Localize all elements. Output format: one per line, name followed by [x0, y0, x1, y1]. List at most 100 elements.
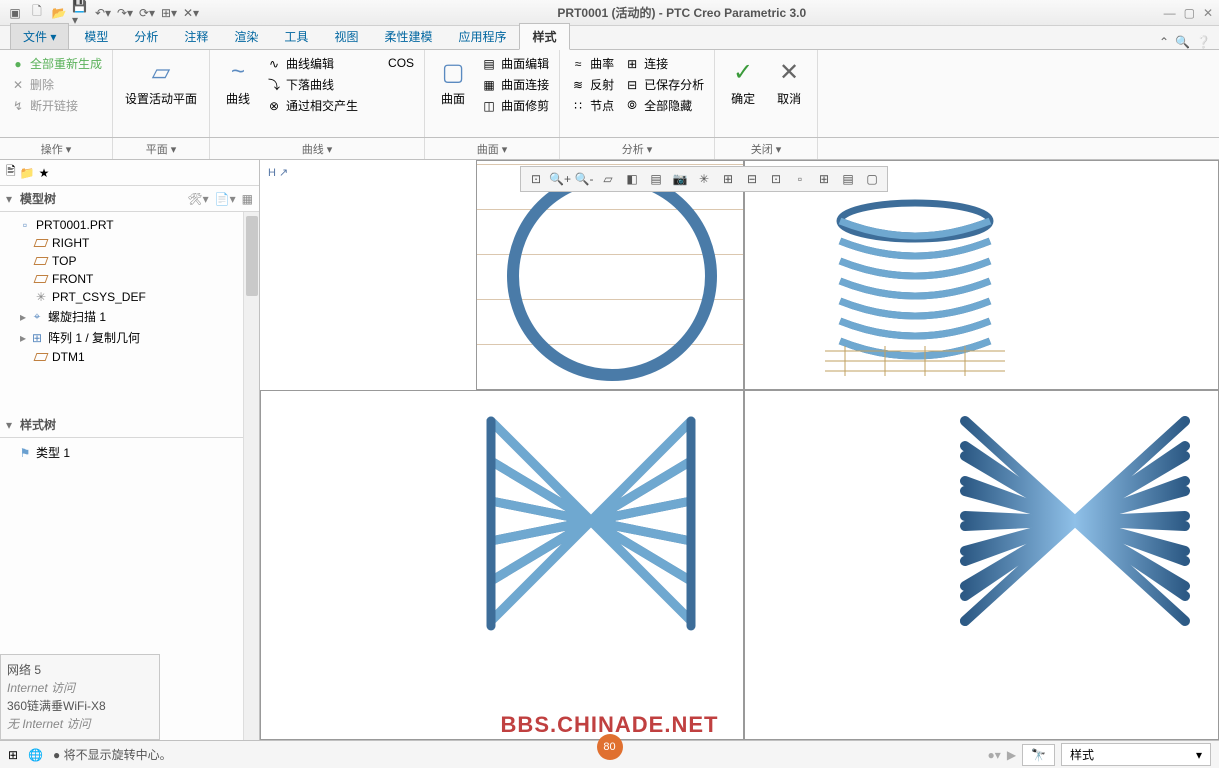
vtb-annot-icon[interactable]: ⊞ — [813, 168, 835, 190]
ribbon-tab-2[interactable]: 分析 — [121, 23, 171, 49]
status-play-icon[interactable]: ●▾ — [988, 748, 1001, 762]
ribbon-group: ≈曲率 ≋反射 ∷节点 ⊞连接 ⊟已保存分析 ⦾全部隐藏 — [560, 50, 715, 137]
ribbon-tab-9[interactable]: 样式 — [519, 23, 569, 50]
tree-row[interactable]: DTM1 — [0, 348, 259, 366]
tree-row[interactable]: RIGHT — [0, 234, 259, 252]
qat-new-icon[interactable]: 🗋 — [28, 4, 46, 22]
ribbon-small-button[interactable]: ≋反射 — [568, 75, 616, 94]
vtb-zoomin-icon[interactable]: 🔍+ — [549, 168, 571, 190]
vtb-plane-icon[interactable]: ▫ — [789, 168, 811, 190]
ribbon-small-button[interactable]: ▤曲面编辑 — [479, 54, 551, 73]
qat-undo-icon[interactable]: ↶▾ — [94, 4, 112, 22]
status-find-icon[interactable]: 🔭 — [1022, 744, 1055, 766]
vtb-shade-icon[interactable]: ◧ — [621, 168, 643, 190]
ribbon-small-button[interactable]: ⊗通过相交产生 — [264, 96, 360, 115]
tree-row[interactable]: ▸⌖螺旋扫描 1 — [0, 306, 259, 327]
ribbon-small-button[interactable]: ⊞连接 — [622, 54, 706, 73]
qat-open-icon[interactable]: 📂 — [50, 4, 68, 22]
ribbon-tab-5[interactable]: 工具 — [271, 23, 321, 49]
ribbon-small-button[interactable]: ∿曲线编辑 — [264, 54, 360, 73]
tree-row[interactable]: ✳PRT_CSYS_DEF — [0, 288, 259, 306]
qat-redo-icon[interactable]: ↷▾ — [116, 4, 134, 22]
vtb-saved-icon[interactable]: 📷 — [669, 168, 691, 190]
minimize-icon[interactable]: — — [1164, 6, 1176, 20]
ribbon-small-button[interactable]: ∷节点 — [568, 96, 616, 115]
ribbon-group-label[interactable]: 操作 ▾ — [0, 138, 113, 159]
ribbon-tab-4[interactable]: 渲染 — [221, 23, 271, 49]
tree-row[interactable]: TOP — [0, 252, 259, 270]
ribbon-big-button[interactable]: ~曲线 — [218, 54, 258, 109]
qat-close-icon[interactable]: ✕▾ — [182, 4, 200, 22]
ribbon-tab-7[interactable]: 柔性建模 — [371, 23, 445, 49]
vtb-display-icon[interactable]: ▤ — [645, 168, 667, 190]
ribbon-tab-0[interactable]: 文件 ▾ — [10, 23, 69, 49]
ribbon-tab-3[interactable]: 注释 — [171, 23, 221, 49]
ribbon-group-label[interactable]: 曲线 ▾ — [210, 138, 425, 159]
tree-row[interactable]: ⚑类型 1 — [0, 442, 259, 463]
ribbon-collapse-icon[interactable]: ⌃ — [1159, 35, 1169, 49]
status-play2-icon[interactable]: ▶ — [1007, 748, 1016, 762]
tree-tool-settings-icon[interactable]: 🛠▾ — [187, 192, 208, 206]
ribbon-small-button[interactable]: ↯断开链接 — [8, 96, 104, 115]
collapse-icon[interactable]: ▾ — [6, 192, 12, 206]
ribbon-group-label[interactable]: 曲面 ▾ — [425, 138, 560, 159]
viewport-quadrant-3[interactable] — [260, 390, 744, 740]
qat-save-icon[interactable]: 💾▾ — [72, 4, 90, 22]
sidebar-tab-folder-icon[interactable]: 📁 — [20, 166, 35, 180]
ribbon-group-label[interactable]: 关闭 ▾ — [715, 138, 818, 159]
vtb-zoomout-icon[interactable]: 🔍- — [573, 168, 595, 190]
ribbon-small-button[interactable]: ✕删除 — [8, 75, 104, 94]
viewport-quadrant-2[interactable] — [744, 160, 1219, 390]
status-filter-dropdown[interactable]: 样式▾ — [1061, 743, 1211, 766]
ribbon-small-button[interactable]: ⤵下落曲线 — [264, 75, 360, 94]
sidebar-scrollbar[interactable] — [243, 212, 259, 740]
tree-tool-show-icon[interactable]: 📄▾ — [215, 192, 236, 206]
vtb-csys-icon[interactable]: ✳ — [693, 168, 715, 190]
collapse-icon[interactable]: ▾ — [6, 418, 12, 432]
vtb-axis-icon[interactable]: ⊟ — [741, 168, 763, 190]
ribbon-big-button[interactable]: ✓确定 — [723, 54, 763, 109]
qat-window-icon[interactable]: ▣ — [6, 4, 24, 22]
maximize-icon[interactable]: ▢ — [1184, 6, 1195, 20]
ribbon-small-button[interactable]: ●全部重新生成 — [8, 54, 104, 73]
qat-windows-icon[interactable]: ⊞▾ — [160, 4, 178, 22]
ribbon-tab-8[interactable]: 应用程序 — [445, 23, 519, 49]
vtb-repaint-icon[interactable]: ▱ — [597, 168, 619, 190]
vtb-layers-icon[interactable]: ▤ — [837, 168, 859, 190]
tree-row[interactable]: ▸⊞阵列 1 / 复制几何 — [0, 327, 259, 348]
ribbon-tab-6[interactable]: 视图 — [321, 23, 371, 49]
search-icon[interactable]: 🔍 — [1175, 35, 1190, 49]
viewport-quadrant-1[interactable] — [476, 160, 744, 390]
tree-tool-filter-icon[interactable]: ▦ — [242, 192, 253, 206]
ribbon-tab-1[interactable]: 模型 — [71, 23, 121, 49]
sidebar-tab-tree-icon[interactable]: 🖹 — [6, 162, 16, 183]
status-nav-icon[interactable]: ⊞ — [8, 748, 18, 762]
ribbon-small-button[interactable]: COS — [366, 54, 416, 72]
qat-regen-icon[interactable]: ⟳▾ — [138, 4, 156, 22]
ribbon-small-button[interactable]: ◫曲面修剪 — [479, 96, 551, 115]
tree-row[interactable]: FRONT — [0, 270, 259, 288]
ribbon-big-button[interactable]: ▱设置活动平面 — [121, 54, 201, 109]
help-icon[interactable]: ❔ — [1196, 35, 1211, 49]
vtb-datum-icon[interactable]: ⊞ — [717, 168, 739, 190]
tree-row[interactable]: ▫PRT0001.PRT — [0, 216, 259, 234]
ribbon-small-button[interactable]: ⦾全部隐藏 — [622, 96, 706, 115]
ribbon-group-label[interactable]: 分析 ▾ — [560, 138, 715, 159]
ribbon-right-controls: ⌃ 🔍 ❔ — [1159, 35, 1219, 49]
ribbon-small-button[interactable]: ≈曲率 — [568, 54, 616, 73]
graphics-viewport[interactable]: H ↗ ⊡ 🔍+ 🔍- ▱ ◧ ▤ 📷 ✳ ⊞ ⊟ ⊡ ▫ ⊞ ▤ ▢ — [260, 160, 1219, 740]
ribbon-group: ●全部重新生成 ✕删除 ↯断开链接 — [0, 50, 113, 137]
ribbon-big-button[interactable]: ✕取消 — [769, 54, 809, 109]
close-window-icon[interactable]: ✕ — [1203, 6, 1213, 20]
status-browser-icon[interactable]: 🌐 — [28, 748, 43, 762]
ribbon-group-label[interactable]: 平面 ▾ — [113, 138, 210, 159]
vtb-point-icon[interactable]: ⊡ — [765, 168, 787, 190]
network-line: Internet 访问 — [7, 679, 153, 697]
ribbon-big-button[interactable]: ▢曲面 — [433, 54, 473, 109]
viewport-quadrant-4[interactable] — [744, 390, 1219, 740]
vtb-refit-icon[interactable]: ⊡ — [525, 168, 547, 190]
ribbon-small-button[interactable]: ⊟已保存分析 — [622, 75, 706, 94]
ribbon-small-button[interactable]: ▦曲面连接 — [479, 75, 551, 94]
vtb-window-icon[interactable]: ▢ — [861, 168, 883, 190]
sidebar-tab-fav-icon[interactable]: ★ — [39, 166, 50, 180]
